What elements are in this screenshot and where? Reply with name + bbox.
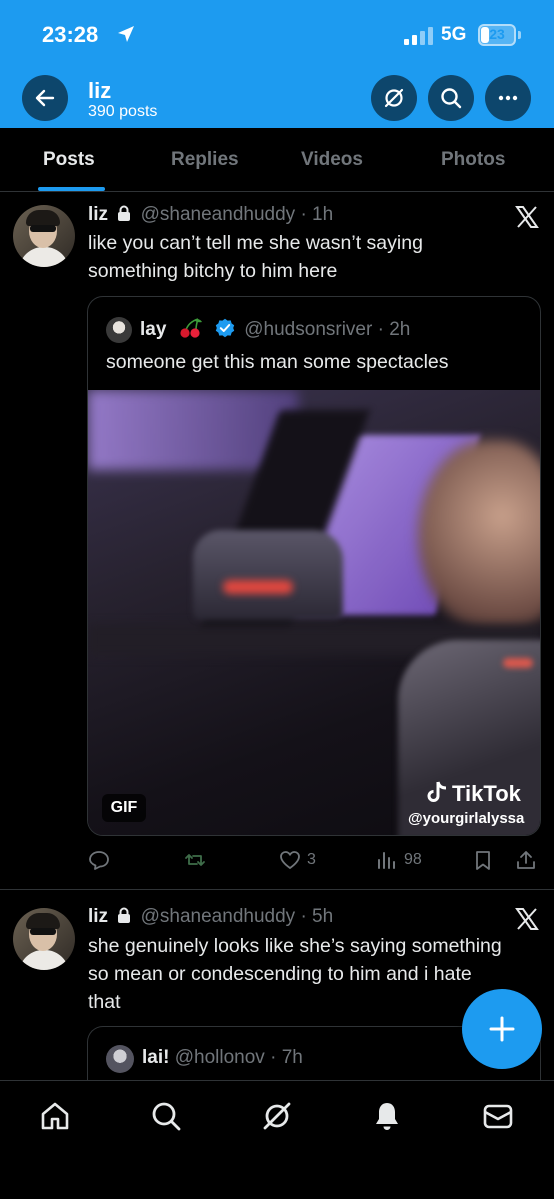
- share-icon: [517, 851, 535, 869]
- post-time: · 5h: [300, 906, 334, 927]
- grok-icon[interactable]: [261, 1100, 293, 1132]
- quoted-avatar: [106, 1045, 134, 1073]
- quoted-author-name: lay: [140, 319, 167, 340]
- quoted-post-text: someone get this man some spectacles: [106, 351, 449, 373]
- repost-icon: [185, 854, 205, 866]
- views-button[interactable]: 98: [376, 842, 422, 878]
- avatar[interactable]: [13, 205, 75, 267]
- bottom-navigation: [0, 1080, 554, 1199]
- x-logo-icon: [515, 206, 539, 228]
- gif-media[interactable]: GIF TikTok @yourgirlalyssa: [88, 390, 540, 835]
- quoted-author-name: lai!: [142, 1047, 170, 1068]
- tab-posts[interactable]: Posts: [43, 149, 95, 171]
- more-button[interactable]: [485, 75, 531, 121]
- location-arrow-icon: [118, 26, 134, 42]
- post-author-line: liz @shaneandhuddy · 5h: [88, 906, 333, 928]
- compose-button[interactable]: [462, 989, 542, 1069]
- grok-icon: [384, 88, 404, 108]
- post-text-line: so mean or condescending to him and i ha…: [88, 963, 472, 985]
- search-button[interactable]: [428, 75, 474, 121]
- post-text-line: she genuinely looks like she’s saying so…: [88, 935, 502, 957]
- post-author-line: liz @shaneandhuddy · 1h: [88, 204, 333, 226]
- quoted-post-time: · 7h: [270, 1047, 303, 1068]
- signal-icon: [404, 27, 433, 45]
- verified-badge-icon: [215, 318, 235, 338]
- profile-tabs: Posts Replies Videos Photos: [0, 128, 554, 192]
- tab-replies[interactable]: Replies: [171, 149, 239, 171]
- more-icon: [498, 95, 518, 101]
- post-actions: 3 98: [0, 842, 554, 878]
- back-button[interactable]: [22, 75, 68, 121]
- post-text-line: something bitchy to him here: [88, 260, 338, 282]
- tab-videos[interactable]: Videos: [301, 149, 363, 171]
- share-button[interactable]: [515, 842, 537, 878]
- battery-cap: [518, 31, 521, 39]
- battery-percent: 23: [489, 26, 505, 42]
- post-text-line: like you can’t tell me she wasn’t saying: [88, 232, 423, 254]
- quoted-author-handle: @hudsonsriver: [244, 319, 373, 340]
- tiktok-username: @yourgirlalyssa: [408, 810, 525, 827]
- post-text: like you can’t tell me she wasn’t saying…: [88, 229, 544, 285]
- status-time: 23:28: [42, 22, 99, 47]
- quoted-post[interactable]: lay @hudsonsriver · 2h someone get this …: [87, 296, 541, 836]
- notifications-icon[interactable]: [371, 1100, 403, 1132]
- quoted-author-line: lai! @hollonov · 7h: [142, 1047, 303, 1069]
- author-handle[interactable]: @shaneandhuddy: [141, 204, 296, 225]
- views-count: 98: [404, 851, 422, 868]
- avatar[interactable]: [13, 908, 75, 970]
- quoted-author-line: lay @hudsonsriver · 2h: [140, 318, 410, 341]
- author-handle[interactable]: @shaneandhuddy: [141, 906, 296, 927]
- reply-button[interactable]: [88, 842, 110, 878]
- views-icon: [378, 852, 395, 869]
- quoted-post-time: · 2h: [377, 319, 411, 340]
- quoted-avatar: [106, 317, 132, 343]
- x-logo-icon: [515, 908, 539, 930]
- lock-icon: [118, 907, 131, 923]
- author-name[interactable]: liz: [88, 906, 108, 927]
- plus-icon: [489, 1016, 515, 1042]
- search-icon[interactable]: [150, 1100, 182, 1132]
- bookmark-icon: [476, 851, 490, 870]
- profile-name: liz: [88, 78, 112, 103]
- search-icon: [441, 88, 462, 109]
- back-arrow-icon: [35, 89, 55, 107]
- active-tab-indicator: [38, 187, 105, 191]
- tab-photos[interactable]: Photos: [441, 149, 505, 171]
- tiktok-logo-icon: [427, 781, 447, 802]
- like-icon: [280, 851, 300, 870]
- grok-button[interactable]: [371, 75, 417, 121]
- post-time: · 1h: [300, 204, 334, 225]
- lock-icon: [118, 205, 131, 221]
- home-icon[interactable]: [39, 1100, 71, 1132]
- bookmark-button[interactable]: [472, 842, 494, 878]
- network-type: 5G: [441, 24, 467, 45]
- reply-icon: [89, 851, 109, 870]
- post-count: 390 posts: [88, 103, 158, 120]
- profile-header: 23:28 5G 23 liz 390 posts: [0, 0, 554, 128]
- battery-indicator: 23: [478, 24, 516, 46]
- messages-icon[interactable]: [482, 1100, 514, 1132]
- tiktok-watermark: TikTok: [426, 780, 521, 807]
- tiktok-brand: TikTok: [452, 781, 521, 806]
- like-button[interactable]: 3: [279, 842, 316, 878]
- like-count: 3: [307, 851, 316, 868]
- cherry-emoji-icon: [180, 318, 202, 338]
- gif-badge: GIF: [102, 794, 146, 822]
- author-name[interactable]: liz: [88, 204, 108, 225]
- post-divider: [0, 889, 554, 890]
- quoted-author-handle: @hollonov: [174, 1047, 265, 1068]
- repost-button[interactable]: [184, 842, 206, 878]
